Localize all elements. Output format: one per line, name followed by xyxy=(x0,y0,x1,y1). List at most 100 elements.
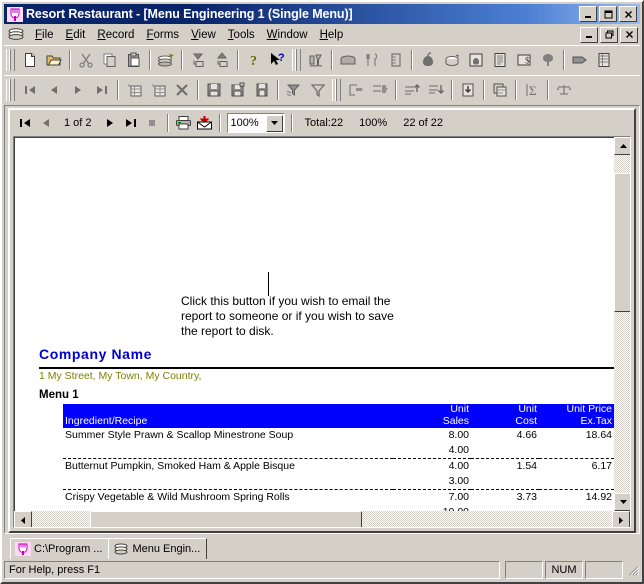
filter-icon[interactable] xyxy=(306,79,330,102)
filter-clear-icon[interactable] xyxy=(282,79,306,102)
scroll-down-icon[interactable] xyxy=(614,493,630,511)
first-page-icon[interactable] xyxy=(14,113,35,133)
reports-icon[interactable] xyxy=(568,49,592,72)
horizontal-scroll-track[interactable] xyxy=(32,511,612,527)
mdi-minimize-button[interactable] xyxy=(580,26,598,43)
tab-database[interactable]: C:\Program ... xyxy=(10,538,110,559)
cutlery-icon[interactable] xyxy=(360,49,384,72)
menu-item-view[interactable]: View xyxy=(185,28,222,42)
scroll-up-icon[interactable] xyxy=(614,137,630,155)
cost-dollar-icon[interactable]: $ xyxy=(512,49,536,72)
expand-tree-icon[interactable] xyxy=(210,49,234,72)
mdi-close-button[interactable] xyxy=(620,26,638,43)
minimize-button[interactable] xyxy=(579,6,597,22)
window-title: Resort Restaurant - [Menu Engineering 1 … xyxy=(26,7,353,21)
vertical-scroll-thumb[interactable] xyxy=(614,173,630,312)
last-record-icon[interactable] xyxy=(90,79,114,102)
tab-menu-engineering[interactable]: Menu Engin... xyxy=(108,538,208,559)
resize-grip[interactable] xyxy=(626,563,640,577)
menu-item-tools[interactable]: Tools xyxy=(222,28,261,42)
bar-supplies-icon[interactable] xyxy=(304,49,328,72)
svg-text:?: ? xyxy=(278,52,285,64)
grid-report-icon[interactable] xyxy=(592,49,616,72)
vertical-scrollbar[interactable] xyxy=(614,137,630,511)
scroll-left-icon[interactable] xyxy=(14,511,32,527)
toolbar-grip[interactable] xyxy=(292,49,301,71)
new-record-icon[interactable] xyxy=(122,79,146,102)
stop-icon[interactable] xyxy=(142,113,163,133)
supplier-tree-icon[interactable] xyxy=(536,49,560,72)
table-row[interactable]: Butternut Pumpkin, Smoked Ham & Apple Bi… xyxy=(63,459,614,475)
menu-item-record[interactable]: Record xyxy=(91,28,140,42)
post-icon[interactable] xyxy=(456,79,480,102)
horizontal-scrollbar[interactable] xyxy=(14,511,630,527)
maximize-button[interactable] xyxy=(599,6,617,22)
menu-item-file[interactable]: File xyxy=(29,28,60,42)
next-page-icon[interactable] xyxy=(100,113,121,133)
previous-record-icon[interactable] xyxy=(42,79,66,102)
cell-name: Crispy Vegetable & Wild Mushroom Spring … xyxy=(65,491,290,503)
menu-item-help[interactable]: Help xyxy=(314,28,350,42)
email-export-icon[interactable] xyxy=(194,113,215,133)
inventory-icon[interactable] xyxy=(488,49,512,72)
save-copy-icon[interactable] xyxy=(226,79,250,102)
table-head: Unit Unit Unit Price Ingredient/Recipe S… xyxy=(63,404,614,428)
vertical-scroll-track[interactable] xyxy=(614,155,630,493)
restaurant-icon xyxy=(7,6,23,22)
copy-icon[interactable] xyxy=(98,49,122,72)
recipe-pot-icon[interactable] xyxy=(440,49,464,72)
last-page-icon[interactable] xyxy=(121,113,142,133)
zoom-select[interactable]: 100% xyxy=(226,113,285,133)
scroll-right-icon[interactable] xyxy=(612,511,630,527)
open-folder-icon[interactable] xyxy=(42,49,66,72)
close-button[interactable] xyxy=(619,6,637,22)
cut-scissors-icon[interactable] xyxy=(74,49,98,72)
print-preview-icon[interactable] xyxy=(154,49,178,72)
save-close-icon[interactable] xyxy=(250,79,274,102)
indent-left-icon[interactable] xyxy=(344,79,368,102)
indent-right-icon[interactable] xyxy=(368,79,392,102)
ingredient-icon[interactable] xyxy=(416,49,440,72)
duplicate-record-icon[interactable] xyxy=(146,79,170,102)
menu-bar: File Edit Record Forms View Tools Window… xyxy=(4,25,640,44)
sum-sigma-icon[interactable]: Σ xyxy=(520,79,544,102)
storage-icon[interactable] xyxy=(336,49,360,72)
toolbar-grip[interactable] xyxy=(332,79,341,101)
previous-page-icon[interactable] xyxy=(35,113,56,133)
paste-icon[interactable] xyxy=(122,49,146,72)
toolbar-grip[interactable] xyxy=(6,49,15,71)
balance-scales-icon[interactable] xyxy=(552,79,576,102)
report-nav-bar: 1 of 2 100% Total:22 100% 22 of 22 xyxy=(10,110,634,136)
first-record-icon[interactable] xyxy=(18,79,42,102)
move-up-icon[interactable] xyxy=(400,79,424,102)
report-viewport-row: Click this button if you wish to email t… xyxy=(14,137,630,511)
mdi-restore-button[interactable] xyxy=(600,26,618,43)
col-head-name-line2: Ingredient/Recipe xyxy=(63,416,393,428)
table-row[interactable]: Crispy Vegetable & Wild Mushroom Spring … xyxy=(63,490,614,506)
status-message: For Help, press F1 xyxy=(4,561,500,579)
delete-record-icon[interactable] xyxy=(170,79,194,102)
table-row[interactable]: Summer Style Prawn & Scallop Minestrone … xyxy=(63,428,614,443)
new-document-icon[interactable] xyxy=(18,49,42,72)
page-indicator: 1 of 2 xyxy=(64,117,92,129)
measure-icon[interactable] xyxy=(384,49,408,72)
printer-icon[interactable] xyxy=(7,27,25,42)
tab-label: C:\Program ... xyxy=(34,543,103,555)
next-record-icon[interactable] xyxy=(66,79,90,102)
help-key-icon[interactable]: ? xyxy=(242,49,266,72)
toolbar-grip[interactable] xyxy=(6,79,15,101)
horizontal-scroll-thumb[interactable] xyxy=(90,511,362,527)
menu-item-window[interactable]: Window xyxy=(261,28,314,42)
chevron-down-icon[interactable] xyxy=(265,114,283,132)
print-icon[interactable] xyxy=(173,113,194,133)
toolbar-separator xyxy=(563,50,565,70)
menu-item-edit[interactable]: Edit xyxy=(60,28,92,42)
form-layout-icon[interactable] xyxy=(488,79,512,102)
context-help-icon[interactable]: ? xyxy=(266,49,290,72)
menu-item-forms[interactable]: Forms xyxy=(140,28,185,42)
save-icon[interactable] xyxy=(202,79,226,102)
stock-box-icon[interactable] xyxy=(464,49,488,72)
move-down-icon[interactable] xyxy=(424,79,448,102)
collapse-tree-icon[interactable] xyxy=(186,49,210,72)
nav-separator xyxy=(218,114,221,132)
